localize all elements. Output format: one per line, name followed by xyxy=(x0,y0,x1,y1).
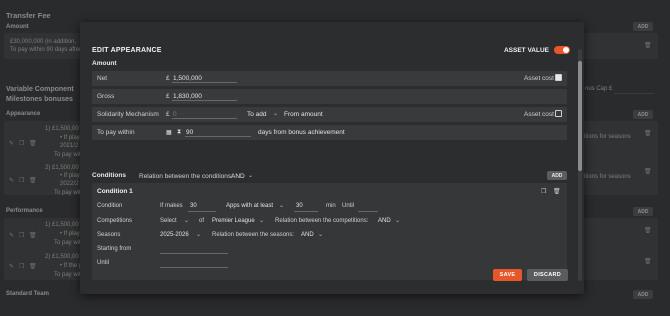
minutes-input[interactable]: 30 xyxy=(296,203,303,209)
pay-within-input[interactable]: 90 xyxy=(186,129,193,136)
seasons-label: Seasons xyxy=(97,232,121,238)
asset-value-label: ASSET VALUE xyxy=(503,46,549,54)
conditions-header: Conditions Relation between the conditio… xyxy=(92,170,567,184)
hourglass-icon[interactable]: ⧗ xyxy=(177,129,181,136)
solidarity-input[interactable]: 0 xyxy=(173,111,177,118)
pay-within-label: To pay within xyxy=(97,129,135,136)
until-underline xyxy=(358,211,378,212)
relation-conditions-select[interactable]: AND xyxy=(231,173,245,180)
net-label: Net xyxy=(97,75,108,82)
condition-1-title: Condition 1 xyxy=(97,188,133,195)
relation-conditions-label: Relation between the conditions: xyxy=(139,173,233,180)
edit-appearance-modal: EDIT APPEARANCE ASSET VALUE Amount Net £… xyxy=(80,22,584,294)
relation-seasons-label: Relation between the seasons: xyxy=(212,232,295,238)
apps-mode-select[interactable]: Apps with at least xyxy=(226,203,273,209)
modal-header: EDIT APPEARANCE ASSET VALUE xyxy=(92,46,570,59)
gross-label: Gross xyxy=(97,93,115,100)
pay-within-underline xyxy=(185,136,251,137)
league-select[interactable]: Premier League xyxy=(212,218,255,224)
chevron-down-icon[interactable]: ⌄ xyxy=(259,217,264,224)
chevron-down-icon[interactable]: ⌄ xyxy=(279,202,284,209)
modal-body: Amount Net £ 1,500,000 Asset cost Gross … xyxy=(92,60,567,280)
chevron-down-icon[interactable]: ⌄ xyxy=(248,172,253,179)
condition-1-box: Condition 1 ❐ 🗑 Condition If makes 30 Ap… xyxy=(92,183,567,280)
solidarity-input-underline xyxy=(172,118,237,119)
apps-count-underline xyxy=(188,211,216,212)
season-select[interactable]: 2025-2026 xyxy=(160,232,189,238)
until-input[interactable] xyxy=(160,267,228,268)
gross-row: Gross £ 1,830,000 xyxy=(92,89,567,104)
discard-button[interactable]: DISCARD xyxy=(527,269,568,281)
net-asset-cost-checkbox[interactable] xyxy=(555,74,562,81)
save-button[interactable]: SAVE xyxy=(493,269,522,281)
asset-value-control: ASSET VALUE xyxy=(504,46,570,54)
gross-input-underline xyxy=(172,100,237,101)
of-label: of xyxy=(199,218,205,224)
starting-from-input[interactable] xyxy=(160,253,228,254)
chevron-down-icon[interactable]: ⌄ xyxy=(395,217,400,224)
solidarity-from: From amount xyxy=(284,111,323,118)
pay-within-suffix: days from bonus achievement xyxy=(258,129,345,136)
net-asset-cost-label: Asset cost xyxy=(524,75,554,82)
min-label: min xyxy=(326,203,336,209)
until-row-label: Until xyxy=(97,260,110,266)
competitions-label: Competitions xyxy=(97,218,133,224)
conditions-title: Conditions xyxy=(92,172,126,179)
gross-currency: £ xyxy=(166,93,170,100)
relation-competitions-label: Relation between the competitions: xyxy=(275,218,369,224)
add-condition-button[interactable]: ADD xyxy=(547,171,567,180)
chevron-down-icon[interactable]: ⌄ xyxy=(184,217,189,224)
minutes-underline xyxy=(294,211,318,212)
calendar-icon[interactable]: ▦ xyxy=(166,129,172,136)
solidarity-asset-cost-checkbox[interactable] xyxy=(555,110,562,117)
modal-scrollbar[interactable] xyxy=(578,49,582,281)
condition-label: Condition xyxy=(97,203,123,209)
starting-from-label: Starting from xyxy=(97,246,132,252)
solidarity-asset-cost-label: Asset cost xyxy=(524,111,554,118)
net-currency: £ xyxy=(166,75,170,82)
solidarity-label: Solidarity Mechanism xyxy=(97,111,159,118)
asset-value-toggle[interactable] xyxy=(554,46,570,54)
modal-footer: SAVE DISCARD xyxy=(493,269,568,281)
solidarity-currency: £ xyxy=(166,111,170,118)
chevron-down-icon[interactable]: ⌄ xyxy=(318,231,323,238)
solidarity-row: Solidarity Mechanism £ 0 To add ⌄ From a… xyxy=(92,107,567,122)
pay-within-row: To pay within ▦ ⧗ 90 days from bonus ach… xyxy=(92,125,567,140)
amount-section-title: Amount xyxy=(92,60,117,67)
relation-competitions-select[interactable]: AND xyxy=(378,218,391,224)
modal-title: EDIT APPEARANCE xyxy=(92,47,162,54)
gross-input[interactable]: 1,830,000 xyxy=(173,93,202,100)
chevron-down-icon[interactable]: ⌄ xyxy=(196,231,201,238)
net-row: Net £ 1,500,000 Asset cost xyxy=(92,71,567,86)
scrollbar-thumb[interactable] xyxy=(578,61,582,171)
chevron-down-icon[interactable]: ⌄ xyxy=(273,110,278,117)
if-makes-label: If makes xyxy=(160,203,183,209)
until-label: Until xyxy=(342,203,355,209)
relation-seasons-select[interactable]: AND xyxy=(301,232,314,238)
apps-count-input[interactable]: 30 xyxy=(190,203,197,209)
copy-icon[interactable]: ❐ xyxy=(541,188,546,195)
net-input-underline xyxy=(172,82,237,83)
delete-icon[interactable]: 🗑 xyxy=(553,188,561,195)
solidarity-mode-select[interactable]: To add xyxy=(247,111,267,118)
competitions-select[interactable]: Select xyxy=(160,218,177,224)
net-input[interactable]: 1,500,000 xyxy=(173,75,202,82)
